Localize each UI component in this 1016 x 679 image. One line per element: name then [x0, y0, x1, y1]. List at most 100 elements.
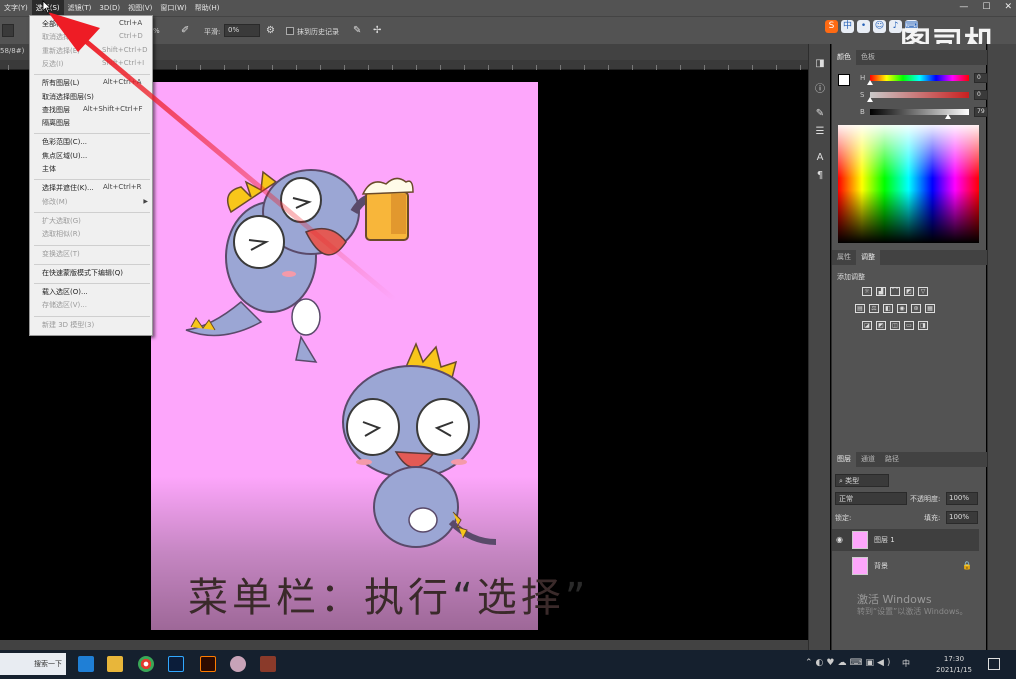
notifications-icon[interactable] — [988, 658, 1000, 670]
menu-item[interactable]: 隔离图层 — [42, 118, 70, 128]
menu-item[interactable]: 取消选择图层(S) — [42, 92, 94, 102]
eye-icon[interactable]: ◉ — [836, 535, 843, 544]
gradient-map-icon[interactable]: ▭ — [904, 321, 914, 330]
threshold-icon[interactable]: ◫ — [890, 321, 900, 330]
paragraph-icon[interactable]: ¶ — [814, 170, 826, 182]
menu-item[interactable]: 全部(A) — [42, 19, 66, 29]
ime-mode-icon[interactable]: 中 — [841, 20, 854, 33]
menu-item[interactable]: 新建 3D 模型(3) — [42, 320, 94, 330]
maximize-icon[interactable]: ☐ — [982, 2, 990, 12]
tab-channels[interactable]: 通道 — [856, 452, 880, 467]
ime-indicator[interactable]: 中 — [902, 658, 910, 669]
pressure-icon[interactable]: ✎ — [353, 25, 361, 36]
tab-color[interactable]: 颜色 — [832, 50, 856, 65]
document-canvas[interactable] — [151, 82, 538, 630]
adjust-sliders-icon[interactable]: ☰ — [814, 126, 826, 138]
layer-row[interactable]: 背景 🔒 — [832, 555, 979, 577]
tab-paths[interactable]: 路径 — [880, 452, 904, 467]
menu-item[interactable]: 变换选区(T) — [42, 249, 80, 259]
curves-icon[interactable]: ⌒ — [890, 287, 900, 296]
menu-item[interactable]: 扩大选取(G) — [42, 216, 81, 226]
layer-thumbnail — [852, 531, 868, 549]
airbrush-icon[interactable]: ✐ — [181, 25, 189, 36]
brush-settings-icon[interactable]: ✎ — [814, 108, 826, 120]
blend-mode-dropdown[interactable]: 正常 — [835, 492, 907, 505]
levels-icon[interactable]: ▟ — [876, 287, 886, 296]
hue-slider[interactable] — [867, 75, 969, 85]
smoothing-input[interactable]: 0% — [224, 24, 260, 37]
gear-icon[interactable]: ⚙ — [266, 25, 275, 36]
menu-item[interactable]: 载入选区(O)... — [42, 287, 88, 297]
brightness-contrast-icon[interactable]: ☼ — [862, 287, 872, 296]
menu-item[interactable]: 主体 — [42, 164, 56, 174]
menu-type[interactable]: 文字(Y) — [0, 0, 32, 16]
brightness-slider[interactable] — [870, 109, 969, 119]
menu-item[interactable]: 取消选择(D) — [42, 32, 81, 42]
saturation-slider[interactable] — [867, 92, 969, 102]
menu-view[interactable]: 视图(V) — [124, 0, 156, 16]
taskbar-clock[interactable]: 17:30 2021/1/15 — [936, 654, 972, 676]
menu-window[interactable]: 窗口(W) — [156, 0, 190, 16]
opacity-input[interactable]: 100% — [946, 492, 978, 505]
layer-row[interactable]: ◉ 图层 1 — [832, 529, 979, 551]
slider-thumb-icon[interactable] — [867, 97, 873, 102]
menu-item[interactable]: 反选(I) — [42, 59, 64, 69]
menu-item[interactable]: 所有图层(L) — [42, 78, 79, 88]
tool-preset-dropdown[interactable] — [2, 24, 14, 37]
foreground-color-swatch[interactable] — [838, 74, 850, 86]
menu-item[interactable]: 选取相似(R) — [42, 229, 80, 239]
selective-color-icon[interactable]: ◨ — [918, 321, 928, 330]
menu-help[interactable]: 帮助(H) — [191, 0, 224, 16]
tab-adjustments[interactable]: 调整 — [856, 250, 880, 265]
app-icon[interactable] — [230, 656, 246, 672]
tab-layers[interactable]: 图层 — [832, 452, 856, 467]
chrome-icon[interactable] — [138, 656, 154, 672]
color-balance-icon[interactable]: ⚖ — [869, 304, 879, 313]
menu-item[interactable]: 选择并遮住(K)... — [42, 183, 94, 193]
edge-icon[interactable] — [78, 656, 94, 672]
symmetry-icon[interactable]: ✢ — [373, 25, 381, 36]
menu-3d[interactable]: 3D(D) — [95, 0, 124, 16]
illustrator-icon[interactable] — [200, 656, 216, 672]
color-swatch-icon[interactable]: ◨ — [814, 58, 826, 70]
posterize-icon[interactable]: ◩ — [876, 321, 886, 330]
invert-icon[interactable]: ◪ — [862, 321, 872, 330]
menu-item[interactable]: 修改(M) — [42, 197, 68, 207]
minimize-icon[interactable]: — — [959, 2, 968, 12]
system-tray-icons[interactable]: ⌃◐♥☁⌨▣◀) — [805, 658, 893, 668]
hue-saturation-icon[interactable]: ▤ — [855, 304, 865, 313]
file-explorer-icon[interactable] — [107, 656, 123, 672]
black-white-icon[interactable]: ◧ — [883, 304, 893, 313]
history-checkbox[interactable] — [286, 27, 294, 35]
info-icon[interactable]: ⓘ — [814, 84, 826, 96]
close-icon[interactable]: ✕ — [1004, 2, 1012, 12]
tab-swatches[interactable]: 色板 — [856, 50, 880, 65]
exposure-icon[interactable]: ◩ — [904, 287, 914, 296]
vibrance-icon[interactable]: ▽ — [918, 287, 928, 296]
color-spectrum[interactable] — [838, 125, 979, 243]
sogou-logo-icon[interactable]: S — [825, 20, 838, 33]
taskbar-search-box[interactable]: 搜索一下 — [0, 653, 66, 675]
color-lookup-icon[interactable]: ▦ — [925, 304, 935, 313]
punctuation-icon[interactable]: • — [857, 20, 870, 33]
fill-input[interactable]: 100% — [946, 511, 978, 524]
slider-thumb-icon[interactable] — [867, 80, 873, 85]
emoji-icon[interactable]: ☺ — [873, 20, 886, 33]
menu-item[interactable]: 查找图层 — [42, 105, 70, 115]
character-icon[interactable]: A — [814, 152, 826, 164]
menu-item[interactable]: 在快速蒙版模式下编辑(Q) — [42, 268, 123, 278]
mouse-cursor-icon — [42, 0, 52, 14]
recorder-icon[interactable] — [260, 656, 276, 672]
photo-filter-icon[interactable]: ◉ — [897, 304, 907, 313]
menu-item[interactable]: 重新选择(E) — [42, 46, 80, 56]
channel-mixer-icon[interactable]: ⊛ — [911, 304, 921, 313]
slider-thumb-icon[interactable] — [945, 114, 952, 119]
document-tab[interactable]: 58/8#) — [0, 47, 24, 55]
menu-item[interactable]: 色彩范围(C)... — [42, 137, 87, 147]
layer-filter-dropdown[interactable]: ⌕ 类型 — [835, 474, 889, 487]
menu-item[interactable]: 焦点区域(U)... — [42, 151, 87, 161]
tab-properties[interactable]: 属性 — [832, 250, 856, 265]
photoshop-icon[interactable] — [168, 656, 184, 672]
menu-item[interactable]: 存储选区(V)... — [42, 300, 87, 310]
menu-filter[interactable]: 滤镜(T) — [64, 0, 96, 16]
